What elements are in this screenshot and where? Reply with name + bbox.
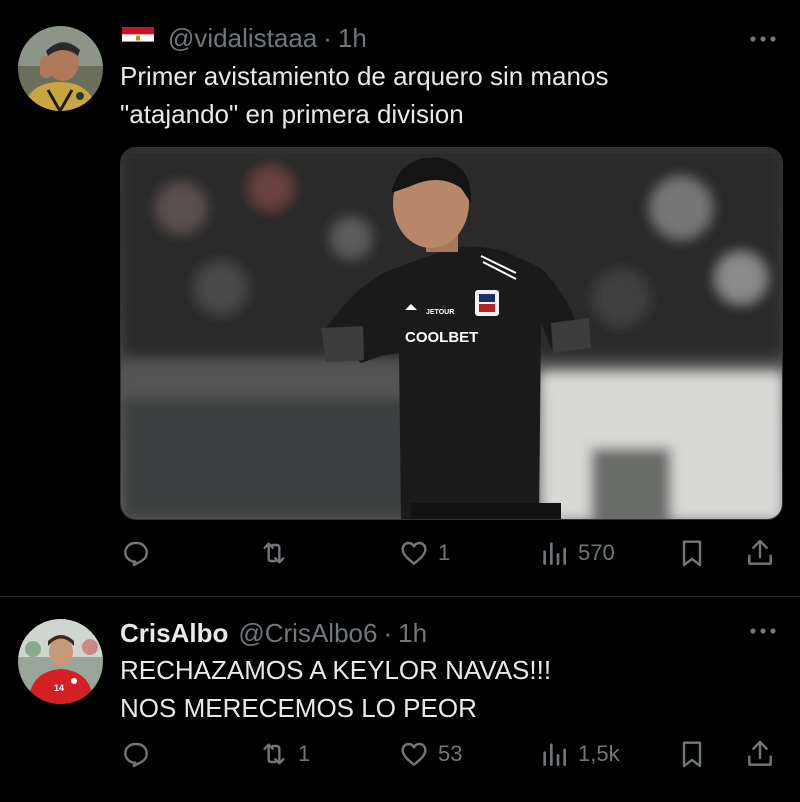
avatar[interactable] xyxy=(18,26,103,111)
sponsor-text: COOLBET xyxy=(405,329,478,346)
retweet-button[interactable] xyxy=(258,533,298,573)
tweet-text: RECHAZAMOS A KEYLOR NAVAS!!! NOS MERECEM… xyxy=(120,651,760,727)
retweet-icon xyxy=(263,743,285,765)
tweet-photo[interactable]: COOLBET JETOUR xyxy=(120,147,783,520)
views-button[interactable]: 570 xyxy=(538,533,615,573)
bookmark-icon xyxy=(682,741,702,768)
analytics-icon xyxy=(543,743,566,766)
tweet-header: @vidalistaaa · 1h xyxy=(120,22,367,54)
user-handle[interactable]: @CrisAlbo6 xyxy=(238,618,377,649)
reply-button[interactable] xyxy=(120,734,160,774)
share-button[interactable] xyxy=(744,533,776,573)
tweet[interactable]: @vidalistaaa · 1h Primer avistamiento de… xyxy=(0,0,800,596)
share-icon xyxy=(748,740,772,766)
analytics-icon xyxy=(543,542,566,565)
tweet-header: CrisAlbo @CrisAlbo6 · 1h xyxy=(120,617,427,649)
flag-icon xyxy=(122,27,154,49)
view-count: 570 xyxy=(578,540,615,565)
timestamp[interactable]: 1h xyxy=(398,618,427,649)
tweet-text-line: RECHAZAMOS A KEYLOR NAVAS!!! xyxy=(120,655,552,685)
user-handle[interactable]: @vidalistaaa xyxy=(168,23,317,54)
separator-dot: · xyxy=(383,617,393,648)
like-count: 53 xyxy=(438,741,463,766)
like-count: 1 xyxy=(438,540,451,565)
more-options-icon[interactable] xyxy=(748,625,778,637)
avatar[interactable]: 14 xyxy=(18,619,103,704)
bookmark-button[interactable] xyxy=(676,533,708,573)
tweet-text-line: "atajando" en primera division xyxy=(120,99,464,129)
timestamp[interactable]: 1h xyxy=(338,23,367,54)
like-button[interactable]: 1 xyxy=(398,533,450,573)
tweet-text-line: NOS MERECEMOS LO PEOR xyxy=(120,693,477,723)
tweet[interactable]: 14 CrisAlbo @CrisAlbo6 · 1h RECHAZAMOS A… xyxy=(0,597,800,802)
crest-icon xyxy=(475,290,499,316)
tweet-text: Primer avistamiento de arquero sin manos… xyxy=(120,57,760,133)
views-button[interactable]: 1,5k xyxy=(538,734,620,774)
bookmark-icon xyxy=(682,540,702,567)
heart-icon xyxy=(401,541,427,565)
view-count: 1,5k xyxy=(578,741,620,766)
retweet-button[interactable]: 1 xyxy=(258,734,310,774)
share-button[interactable] xyxy=(744,734,776,774)
reply-icon xyxy=(124,742,148,768)
tweet-text-line: Primer avistamiento de arquero sin manos xyxy=(120,61,609,91)
separator-dot: · xyxy=(323,22,332,53)
share-icon xyxy=(748,539,772,565)
display-name[interactable]: CrisAlbo xyxy=(120,618,228,649)
more-options-icon[interactable] xyxy=(748,33,778,45)
reply-button[interactable] xyxy=(120,533,160,573)
tweet-actions: 1 53 1,5k xyxy=(120,734,780,774)
jersey-number: 14 xyxy=(54,683,64,693)
kit-brand-text: JETOUR xyxy=(426,309,454,316)
like-button[interactable]: 53 xyxy=(398,734,462,774)
bookmark-button[interactable] xyxy=(676,734,708,774)
retweet-count: 1 xyxy=(298,741,311,766)
retweet-icon xyxy=(263,542,285,564)
reply-icon xyxy=(124,541,148,567)
heart-icon xyxy=(401,742,427,766)
tweet-actions: 1 570 xyxy=(120,533,780,573)
